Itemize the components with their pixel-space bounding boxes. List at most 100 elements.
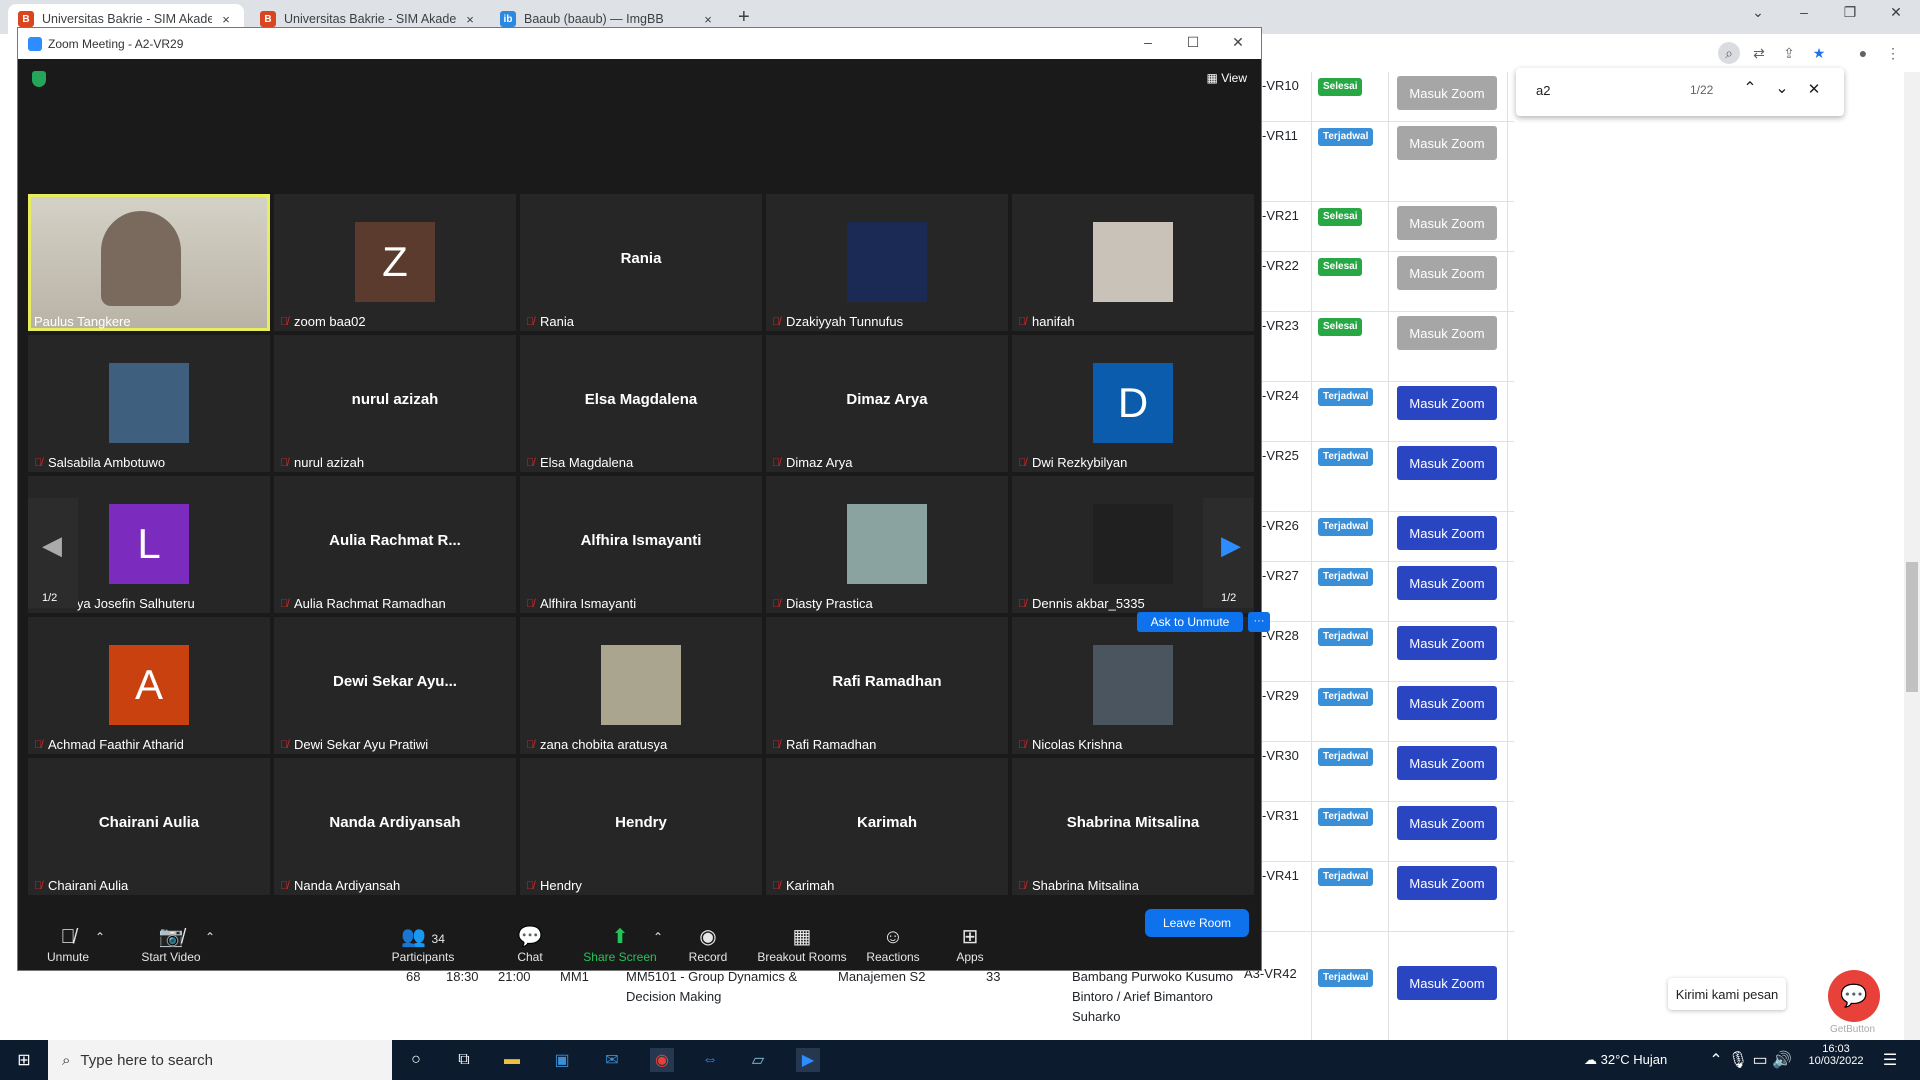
join-zoom-button[interactable]: Masuk Zoom [1397, 206, 1497, 240]
record-button[interactable]: ◉ Record [678, 924, 738, 964]
participants-button[interactable]: 👥 34 Participants [378, 924, 468, 964]
clock[interactable]: 16:03 10/03/2022 [1806, 1043, 1866, 1067]
join-zoom-button[interactable]: Masuk Zoom [1397, 626, 1497, 660]
tab-close-icon[interactable]: × [218, 12, 234, 27]
join-zoom-button[interactable]: Masuk Zoom [1397, 126, 1497, 160]
participant-tile[interactable]: D 🎙̸ Dwi Rezkybilyan [1012, 335, 1254, 472]
participant-tile[interactable]: Aulia Rachmat R... 🎙̸ Aulia Rachmat Ramadh… [274, 476, 516, 613]
task-view-icon[interactable]: ⧉ [452, 1048, 476, 1072]
page-scrollbar[interactable] [1904, 72, 1920, 1040]
encryption-shield-icon[interactable] [32, 71, 46, 87]
participant-tile[interactable]: Chairani Aulia 🎙̸ Chairani Aulia [28, 758, 270, 895]
tab-close-icon[interactable]: × [700, 12, 716, 27]
minimize-icon[interactable]: – [1128, 34, 1168, 50]
maximize-icon[interactable]: ☐ [1173, 34, 1213, 51]
notepad-icon[interactable]: ▱ [746, 1048, 770, 1072]
start-video-button[interactable]: 📷̸ Start Video [126, 924, 216, 964]
participant-tile[interactable]: Rafi Ramadhan 🎙̸ Rafi Ramadhan [766, 617, 1008, 754]
share-icon[interactable]: ⇪ [1778, 42, 1800, 64]
participant-tile[interactable]: A 🎙̸ Achmad Faathir Atharid [28, 617, 270, 754]
file-explorer-icon[interactable]: ▬ [500, 1048, 524, 1072]
tab-search-chevron-icon[interactable]: ⌄ [1738, 4, 1778, 21]
view-button[interactable]: ▦ View [1207, 71, 1247, 85]
find-next-icon[interactable]: ⌄ [1770, 78, 1794, 102]
previous-page-button[interactable]: ◀ 1/2 [28, 498, 78, 608]
participant-tile[interactable]: Shabrina Mitsalina 🎙̸ Shabrina Mitsalina [1012, 758, 1254, 895]
share-screen-button[interactable]: ⬆ Share Screen [580, 924, 660, 964]
join-zoom-button[interactable]: Masuk Zoom [1397, 966, 1497, 1000]
teamviewer-icon[interactable]: ⇔ [698, 1048, 722, 1072]
volume-icon[interactable]: 🔊 [1770, 1048, 1794, 1072]
audio-options-chevron-icon[interactable]: ⌃ [94, 930, 106, 944]
cortana-icon[interactable]: ○ [404, 1048, 428, 1072]
chat-button[interactable]: 💬 Chat [500, 924, 560, 964]
restore-icon[interactable]: ❐ [1830, 4, 1870, 21]
store-icon[interactable]: ▣ [550, 1048, 574, 1072]
taskbar-search[interactable]: ⌕ Type here to search [48, 1040, 392, 1080]
join-zoom-button[interactable]: Masuk Zoom [1397, 76, 1497, 110]
participant-tile[interactable]: 🎙̸ Nicolas Krishna [1012, 617, 1254, 754]
participant-tile[interactable]: Elsa Magdalena 🎙̸ Elsa Magdalena [520, 335, 762, 472]
join-zoom-button[interactable]: Masuk Zoom [1397, 686, 1497, 720]
close-window-icon[interactable]: ✕ [1876, 4, 1916, 21]
breakout-rooms-button[interactable]: ▦ Breakout Rooms [752, 924, 852, 964]
reactions-button[interactable]: ☺ Reactions [858, 924, 928, 964]
join-zoom-button[interactable]: Masuk Zoom [1397, 386, 1497, 420]
apps-button[interactable]: ⊞ Apps [940, 924, 1000, 964]
leave-room-button[interactable]: Leave Room [1145, 909, 1249, 937]
minimize-icon[interactable]: – [1784, 4, 1824, 20]
join-zoom-button[interactable]: Masuk Zoom [1397, 746, 1497, 780]
find-input[interactable]: a2 [1536, 83, 1550, 98]
tray-chevron-icon[interactable]: ⌃ [1704, 1048, 1728, 1072]
join-zoom-button[interactable]: Masuk Zoom [1397, 866, 1497, 900]
participant-tile[interactable]: Alfhira Ismayanti 🎙̸ Alfhira Ismayanti [520, 476, 762, 613]
find-previous-icon[interactable]: ⌃ [1738, 78, 1762, 102]
participant-tile[interactable]: Karimah 🎙̸ Karimah [766, 758, 1008, 895]
join-zoom-button[interactable]: Masuk Zoom [1397, 446, 1497, 480]
windows-start-icon[interactable]: ⊞ [12, 1048, 36, 1072]
participant-tile[interactable]: 🎙̸ Salsabila Ambotuwo [28, 335, 270, 472]
join-zoom-button[interactable]: Masuk Zoom [1397, 566, 1497, 600]
chrome-icon[interactable]: ◉ [650, 1048, 674, 1072]
notifications-icon[interactable]: ☰ [1878, 1048, 1902, 1072]
close-window-icon[interactable]: ✕ [1218, 34, 1258, 51]
participant-tile[interactable]: Rania 🎙̸ Rania [520, 194, 762, 331]
join-zoom-button[interactable]: Masuk Zoom [1397, 256, 1497, 290]
participant-tile[interactable]: 🎙̸ zana chobita aratusya [520, 617, 762, 754]
participant-tile[interactable]: nurul azizah 🎙̸ nurul azizah [274, 335, 516, 472]
chat-widget-label[interactable]: Kirimi kami pesan [1668, 978, 1786, 1010]
more-options-button[interactable]: ··· [1248, 612, 1270, 632]
unmute-button[interactable]: 🎙̸ Unmute [38, 924, 98, 964]
participant-tile[interactable]: Dimaz Arya 🎙̸ Dimaz Arya [766, 335, 1008, 472]
next-page-button[interactable]: ▶ 1/2 [1203, 498, 1253, 608]
participant-tile[interactable]: 🎙̸ Dzakiyyah Tunnufus [766, 194, 1008, 331]
tab-close-icon[interactable]: × [462, 12, 478, 27]
share-options-chevron-icon[interactable]: ⌃ [652, 930, 664, 944]
page-indicator: 1/2 [1221, 592, 1237, 604]
menu-kebab-icon[interactable]: ⋮ [1882, 42, 1904, 64]
join-zoom-button[interactable]: Masuk Zoom [1397, 516, 1497, 550]
video-options-chevron-icon[interactable]: ⌃ [204, 930, 216, 944]
new-tab-button[interactable]: + [738, 6, 750, 29]
chat-bubble-icon[interactable]: 💬 [1828, 970, 1880, 1022]
bookmark-star-icon[interactable]: ★ [1808, 42, 1830, 64]
participant-tile[interactable]: Paulus Tangkere [28, 194, 270, 331]
ask-to-unmute-button[interactable]: Ask to Unmute [1137, 612, 1243, 632]
participant-tile[interactable]: 🎙̸ Diasty Prastica [766, 476, 1008, 613]
participant-tile[interactable]: Nanda Ardiyansah 🎙̸ Nanda Ardiyansah [274, 758, 516, 895]
mail-icon[interactable]: ✉ [600, 1048, 624, 1072]
zoom-taskbar-icon[interactable]: ▶ [796, 1048, 820, 1072]
join-zoom-button[interactable]: Masuk Zoom [1397, 316, 1497, 350]
participant-tile[interactable]: Dewi Sekar Ayu... 🎙̸ Dewi Sekar Ayu Pratiw… [274, 617, 516, 754]
join-zoom-button[interactable]: Masuk Zoom [1397, 806, 1497, 840]
scrollbar-thumb[interactable] [1906, 562, 1918, 692]
page-search-icon[interactable]: ⌕ [1718, 42, 1740, 64]
network-icon[interactable]: ▭ [1748, 1048, 1772, 1072]
find-close-icon[interactable]: ✕ [1802, 80, 1826, 104]
participant-tile[interactable]: Z 🎙̸ zoom baa02 [274, 194, 516, 331]
translate-icon[interactable]: ⇄ [1748, 42, 1770, 64]
participant-tile[interactable]: 🎙̸ hanifah [1012, 194, 1254, 331]
profile-icon[interactable]: ● [1852, 42, 1874, 64]
participant-tile[interactable]: Hendry 🎙̸ Hendry [520, 758, 762, 895]
microphone-icon[interactable]: 🎙 [1726, 1048, 1750, 1072]
